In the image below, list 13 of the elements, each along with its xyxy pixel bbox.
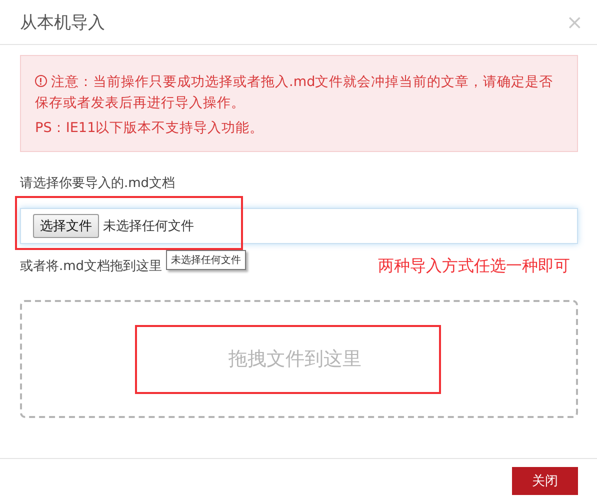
annotation-text: 两种导入方式任选一种即可 <box>378 256 570 276</box>
file-status: 未选择任何文件 <box>103 218 194 235</box>
file-input[interactable]: 选择文件 未选择任何文件 <box>20 208 578 244</box>
dialog-title: 从本机导入 <box>20 12 105 34</box>
alert-text: PS：IE11以下版本不支持导入功能。 <box>35 119 265 138</box>
warning-icon <box>35 75 47 87</box>
drag-label: 或者将.md文档拖到这里 <box>20 258 162 275</box>
choose-file-button[interactable]: 选择文件 <box>33 214 99 238</box>
alert-text: 注意：当前操作只要成功选择或者拖入.md文件就会冲掉当前的文章，请确定是否保存或者发表后再进行导入操作。 <box>35 73 554 113</box>
close-dialog-button[interactable]: 关闭 <box>512 466 578 494</box>
file-label: 请选择你要导入的.md文档 <box>20 175 176 192</box>
tooltip: 未选择任何文件 <box>166 250 246 270</box>
drop-zone-text: 拖拽文件到这里 <box>228 347 362 372</box>
